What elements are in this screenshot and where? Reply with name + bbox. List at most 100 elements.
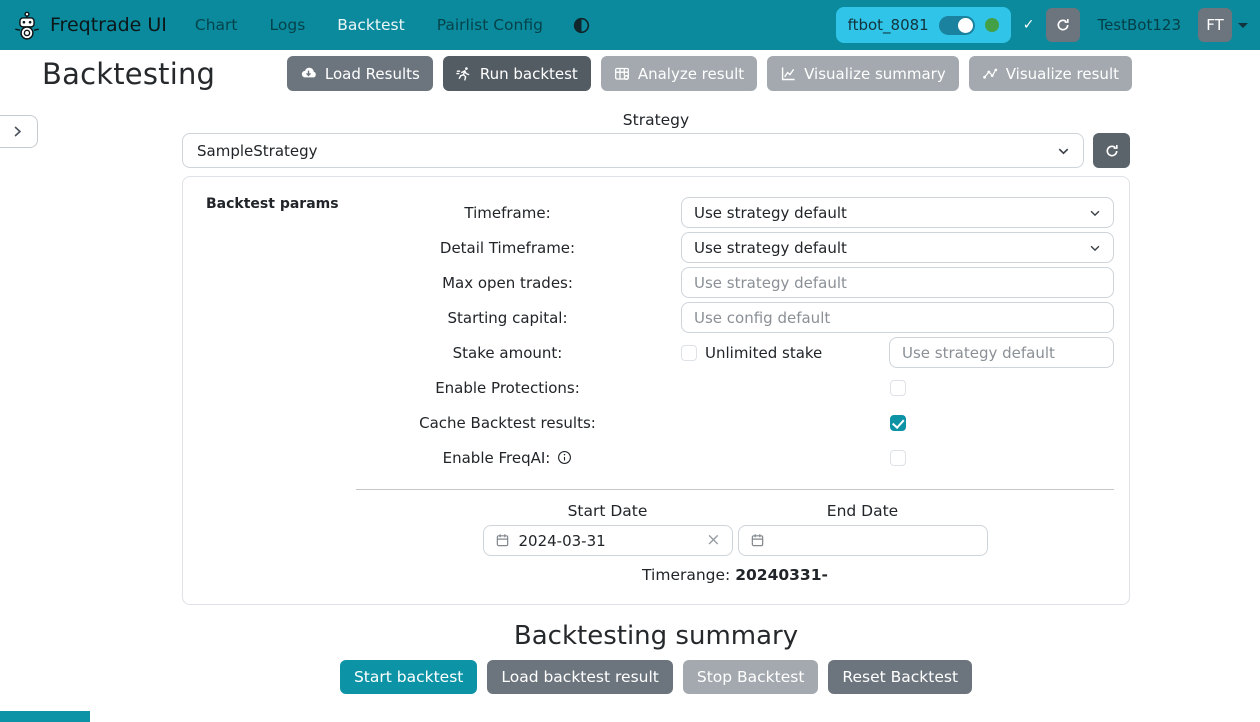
strategy-select-value: SampleStrategy: [197, 142, 318, 160]
table-icon: [614, 66, 630, 82]
strategy-refresh-button[interactable]: [1093, 133, 1130, 168]
bot-refresh-button[interactable]: [1046, 8, 1080, 42]
run-icon: [456, 66, 472, 82]
enable-protections-row: Enable Protections:: [356, 372, 1114, 403]
nav-link-pairlist-config[interactable]: Pairlist Config: [437, 16, 543, 34]
enable-freqai-row: Enable FreqAI:: [356, 442, 1114, 473]
stake-amount-input[interactable]: [889, 337, 1114, 368]
nav-link-logs[interactable]: Logs: [270, 16, 306, 34]
navbar-right: ftbot_8081 ✓ TestBot123 FT: [836, 7, 1248, 43]
username: TestBot123: [1097, 16, 1181, 34]
analyze-result-button: Analyze result: [601, 56, 757, 91]
detail-timeframe-label: Detail Timeframe:: [356, 239, 659, 257]
start-date-input[interactable]: 2024-03-31 ×: [483, 525, 733, 556]
chevron-down-icon: [1238, 23, 1248, 28]
end-date-label: End Date: [738, 502, 988, 520]
stake-amount-cell: Unlimited stake: [681, 337, 1114, 368]
enable-freqai-label: Enable FreqAI:: [356, 449, 659, 467]
bot-selector[interactable]: ftbot_8081: [836, 7, 1011, 43]
visualize-summary-button: Visualize summary: [767, 56, 959, 91]
page-title: Backtesting: [42, 57, 215, 91]
backtest-params-card: Backtest params Timeframe: Use strategy …: [182, 176, 1130, 605]
cache-results-label: Cache Backtest results:: [356, 414, 659, 432]
params-fields: Timeframe: Use strategy default Detail T…: [356, 177, 1114, 584]
summary-buttons: Start backtest Load backtest result Stop…: [182, 660, 1130, 694]
load-results-button[interactable]: Load Results: [287, 56, 433, 91]
chevron-down-icon: [1056, 143, 1071, 158]
nav-link-chart[interactable]: Chart: [195, 16, 238, 34]
chevron-down-icon: [1088, 206, 1102, 220]
user-menu[interactable]: FT: [1198, 8, 1248, 42]
start-backtest-button[interactable]: Start backtest: [340, 660, 477, 694]
calendar-icon: [495, 533, 510, 548]
avatar: FT: [1198, 8, 1232, 42]
strategy-select[interactable]: SampleStrategy: [182, 133, 1084, 168]
detail-timeframe-select[interactable]: Use strategy default: [681, 232, 1114, 263]
dates-section: Start Date End Date 2024-03-31 ×: [483, 502, 988, 556]
load-backtest-result-button[interactable]: Load backtest result: [487, 660, 673, 694]
bot-online-dot: [985, 18, 999, 32]
page-header: Backtesting Load Results: [0, 50, 1260, 97]
timeframe-label: Timeframe:: [356, 204, 659, 222]
starting-capital-label: Starting capital:: [356, 309, 659, 327]
start-date-value: 2024-03-31: [519, 532, 606, 550]
sidebar-expander-button[interactable]: [0, 115, 38, 148]
stake-amount-label: Stake amount:: [356, 344, 659, 362]
enable-freqai-checkbox[interactable]: [890, 450, 906, 466]
brand-title: Freqtrade UI: [50, 14, 167, 36]
cache-results-row: Cache Backtest results:: [356, 407, 1114, 438]
timeframe-select[interactable]: Use strategy default: [681, 197, 1114, 228]
cache-results-cell: [681, 415, 1114, 431]
stake-amount-row: Stake amount: Unlimited stake: [356, 337, 1114, 368]
chevron-right-icon: [11, 125, 24, 138]
max-open-trades-input[interactable]: [681, 267, 1114, 298]
main-content: Strategy SampleStrategy Backtest params: [182, 111, 1130, 694]
robot-logo-icon: [12, 10, 42, 40]
unlimited-stake-label: Unlimited stake: [705, 344, 822, 362]
starting-capital-row: Starting capital:: [356, 302, 1114, 333]
summary-title: Backtesting summary: [182, 621, 1130, 651]
stop-backtest-button: Stop Backtest: [683, 660, 819, 694]
refresh-icon: [1055, 17, 1071, 33]
run-backtest-button[interactable]: Run backtest: [443, 56, 591, 91]
login-check-icon: ✓: [1023, 17, 1035, 33]
timerange-label: Timerange:: [642, 566, 730, 584]
enable-protections-cell: [681, 380, 1114, 396]
brand[interactable]: Freqtrade UI: [12, 10, 167, 40]
enable-protections-label: Enable Protections:: [356, 379, 659, 397]
starting-capital-input[interactable]: [681, 302, 1114, 333]
cache-results-checkbox[interactable]: [890, 415, 906, 431]
max-open-trades-label: Max open trades:: [356, 274, 659, 292]
visualize-result-button: Visualize result: [969, 56, 1132, 91]
header-actions: Load Results Run backtest: [287, 56, 1132, 91]
detail-timeframe-row: Detail Timeframe: Use strategy default: [356, 232, 1114, 263]
strategy-label: Strategy: [182, 111, 1130, 129]
enable-freqai-cell: [681, 450, 1114, 466]
bottom-progress-strip: [0, 711, 90, 722]
divider: [356, 489, 1114, 490]
clear-date-icon[interactable]: ×: [706, 532, 720, 549]
navbar: Freqtrade UI Chart Logs Backtest Pairlis…: [0, 0, 1260, 50]
end-date-input[interactable]: [738, 525, 988, 556]
timeframe-row: Timeframe: Use strategy default: [356, 197, 1114, 228]
enable-protections-checkbox[interactable]: [890, 380, 906, 396]
reset-backtest-button[interactable]: Reset Backtest: [828, 660, 972, 694]
bot-toggle[interactable]: [939, 16, 975, 35]
nav-link-backtest[interactable]: Backtest: [337, 16, 404, 34]
nav-links: Chart Logs Backtest Pairlist Config: [195, 16, 543, 34]
theme-toggle-icon[interactable]: [573, 17, 590, 34]
start-date-label: Start Date: [483, 502, 733, 520]
refresh-icon: [1104, 143, 1120, 159]
unlimited-stake-checkbox[interactable]: [681, 345, 697, 361]
strategy-row: SampleStrategy: [182, 133, 1130, 168]
timerange-value: 20240331-: [735, 566, 828, 584]
chart-scatter-icon: [982, 66, 998, 82]
timerange: Timerange: 20240331-: [356, 566, 1114, 584]
bot-name: ftbot_8081: [848, 16, 929, 34]
info-icon[interactable]: [557, 450, 572, 465]
calendar-icon: [750, 533, 765, 548]
cloud-download-icon: [300, 65, 317, 82]
chevron-down-icon: [1088, 241, 1102, 255]
card-title: Backtest params: [206, 196, 339, 212]
chart-line-icon: [780, 66, 796, 82]
